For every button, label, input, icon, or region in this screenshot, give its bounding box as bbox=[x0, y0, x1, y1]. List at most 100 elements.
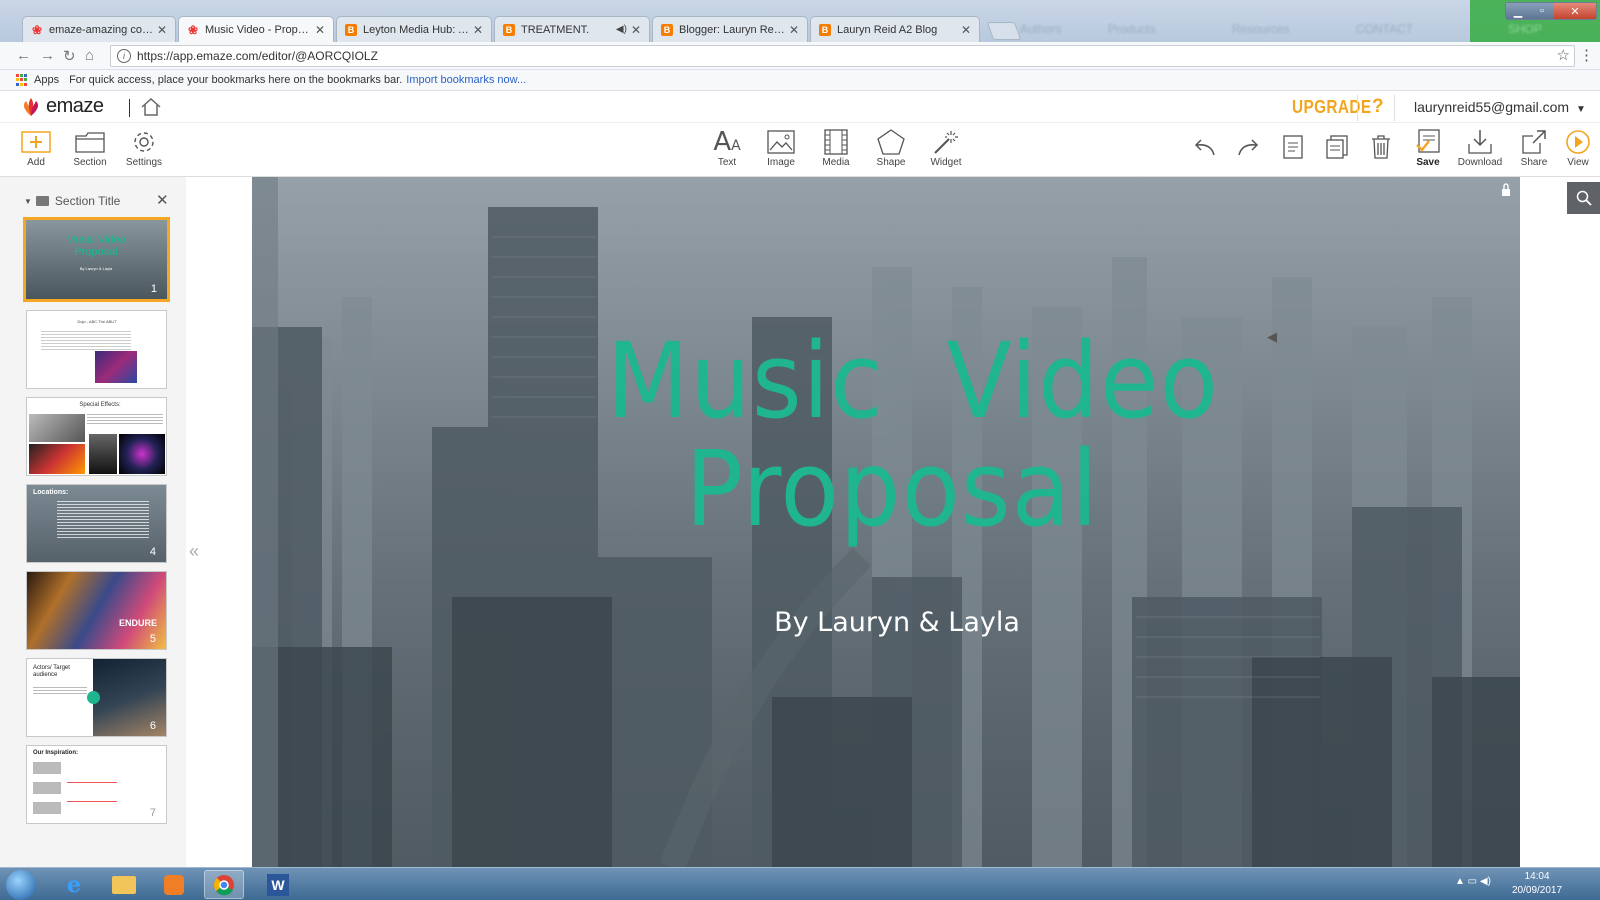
trash-icon[interactable] bbox=[1371, 135, 1391, 159]
tab-leyton-media-hub[interactable]: B Leyton Media Hub: A2 M ✕ bbox=[336, 16, 492, 42]
folder-icon bbox=[35, 196, 49, 206]
slide-thumbnail-6[interactable]: Actors/ Target audience 6 bbox=[26, 658, 167, 737]
home-icon[interactable] bbox=[140, 97, 162, 117]
section-header[interactable]: ▼ Section Title bbox=[24, 194, 120, 208]
close-tab-icon[interactable]: ✕ bbox=[315, 23, 325, 37]
shape-button[interactable]: Shape bbox=[863, 127, 919, 168]
close-window-icon[interactable]: ✕ bbox=[1554, 3, 1596, 19]
thumb-text-lines bbox=[57, 499, 149, 539]
upgrade-button[interactable]: UPGRADE bbox=[1292, 97, 1371, 118]
close-tab-icon[interactable]: ✕ bbox=[473, 23, 483, 37]
help-icon[interactable]: ? bbox=[1372, 96, 1384, 118]
menu-icon[interactable]: ⋮ bbox=[1579, 46, 1594, 64]
add-button[interactable]: Add bbox=[8, 127, 64, 168]
slide-thumbnail-2[interactable]: Dojo - ABC The ABUT 2 bbox=[26, 310, 167, 389]
notes-icon[interactable] bbox=[1283, 135, 1303, 159]
close-section-icon[interactable]: ✕ bbox=[156, 191, 169, 209]
reload-icon[interactable]: ↻ bbox=[63, 47, 76, 65]
tab-music-video-proposal[interactable]: ❀ Music Video - Proposal b ✕ bbox=[178, 16, 334, 43]
slide-number: 6 bbox=[149, 720, 156, 732]
slide-number: 1 bbox=[150, 283, 157, 295]
forward-icon[interactable]: → bbox=[40, 47, 55, 64]
tab-lauryn-reid-a2-blog[interactable]: B Lauryn Reid A2 Blog ✕ bbox=[810, 16, 980, 42]
new-tab-button[interactable] bbox=[986, 22, 1022, 40]
taskbar-ie[interactable]: e bbox=[54, 870, 94, 899]
media-player-icon bbox=[164, 874, 184, 895]
tab-treatment[interactable]: B TREATMENT. ◀) ✕ bbox=[494, 16, 650, 42]
close-tab-icon[interactable]: ✕ bbox=[961, 23, 971, 37]
speaker-icon[interactable]: ◀ bbox=[1267, 329, 1277, 345]
zoom-button[interactable] bbox=[1567, 182, 1600, 214]
thumb-title: Locations: bbox=[33, 489, 69, 496]
slide-title[interactable]: Music Video Proposal bbox=[607, 327, 1218, 550]
back-icon[interactable]: ← bbox=[16, 47, 31, 64]
slide-thumbnail-4[interactable]: Locations: 4 bbox=[26, 484, 167, 563]
right-padding bbox=[1520, 177, 1600, 867]
slide-thumbnail-1[interactable]: Music Video Proposal By Lauryn & Layla 1 bbox=[23, 217, 170, 302]
lock-icon[interactable] bbox=[1501, 183, 1511, 196]
taskbar-word[interactable]: W bbox=[258, 870, 298, 899]
taskbar-chrome[interactable] bbox=[204, 870, 244, 899]
tab-blogger-lauryn-reid[interactable]: B Blogger: Lauryn Reid A2 ✕ bbox=[652, 16, 808, 42]
apps-grid-icon[interactable] bbox=[16, 74, 28, 86]
tab-emaze-amazing-content[interactable]: ❀ emaze-amazing content ✕ bbox=[22, 16, 176, 42]
widget-button[interactable]: Widget bbox=[918, 127, 974, 168]
slide-thumbnail-5[interactable]: ENDURE 5 bbox=[26, 571, 167, 650]
tray-icons[interactable]: ▲ ▭ ◀) bbox=[1455, 876, 1491, 887]
emaze-favicon-icon: ❀ bbox=[31, 22, 43, 37]
image-icon bbox=[767, 130, 795, 154]
media-button[interactable]: Media bbox=[808, 127, 864, 168]
duplicate-icon[interactable] bbox=[1326, 135, 1348, 159]
slide-number: 2 bbox=[149, 372, 156, 384]
address-bar: ← → ↻ ⌂ i https://app.emaze.com/editor/@… bbox=[0, 42, 1600, 70]
slide-canvas[interactable]: Music Video Proposal By Lauryn & Layla ◀ bbox=[252, 177, 1520, 867]
minimize-icon[interactable]: ▁ bbox=[1506, 3, 1530, 19]
share-button[interactable]: Share bbox=[1506, 127, 1562, 168]
background-nav-item: Products bbox=[1108, 22, 1156, 36]
close-tab-icon[interactable]: ✕ bbox=[157, 23, 167, 37]
collapse-triangle-icon[interactable]: ▼ bbox=[24, 197, 32, 206]
save-button[interactable]: Save bbox=[1400, 127, 1456, 168]
slide-title-line-2: Proposal bbox=[685, 428, 1099, 550]
settings-button[interactable]: Settings bbox=[116, 127, 172, 168]
slide-thumbnail-3[interactable]: Special Effects: bbox=[26, 397, 167, 476]
maximize-icon[interactable]: ▫ bbox=[1530, 3, 1554, 19]
url-field[interactable]: i https://app.emaze.com/editor/@AORCQIOL… bbox=[110, 45, 1575, 67]
header-divider bbox=[1394, 95, 1395, 121]
background-nav-item: Authors bbox=[1020, 22, 1062, 36]
share-label: Share bbox=[1520, 157, 1548, 168]
audio-playing-icon[interactable]: ◀) bbox=[616, 24, 627, 35]
widget-label: Widget bbox=[930, 157, 962, 168]
taskbar-media-player[interactable] bbox=[154, 870, 194, 899]
account-menu[interactable]: laurynreid55@gmail.com ▼ bbox=[1414, 99, 1586, 115]
emaze-logo[interactable]: emaze bbox=[20, 95, 104, 118]
view-button[interactable]: View bbox=[1558, 127, 1598, 168]
slide-number: 4 bbox=[149, 546, 156, 558]
collapse-panel-icon[interactable]: « bbox=[189, 541, 199, 562]
text-button[interactable]: AA Text bbox=[699, 127, 755, 168]
image-button[interactable]: Image bbox=[753, 127, 809, 168]
section-button[interactable]: Section bbox=[62, 127, 118, 168]
windows-start-button[interactable] bbox=[6, 870, 36, 900]
bookmark-star-icon[interactable]: ☆ bbox=[1557, 46, 1570, 64]
save-icon bbox=[1416, 129, 1440, 153]
undo-icon[interactable] bbox=[1192, 137, 1216, 157]
redo-icon[interactable] bbox=[1237, 137, 1261, 157]
taskbar-clock[interactable]: 14:04 20/09/2017 bbox=[1512, 870, 1562, 898]
emaze-favicon-icon: ❀ bbox=[187, 23, 199, 37]
download-button[interactable]: Download bbox=[1452, 127, 1508, 168]
blogger-favicon-icon: B bbox=[819, 23, 831, 36]
apps-link[interactable]: Apps bbox=[34, 74, 59, 86]
home-icon[interactable]: ⌂ bbox=[85, 47, 94, 64]
taskbar-explorer[interactable] bbox=[104, 870, 144, 899]
blogger-favicon-icon: B bbox=[503, 23, 515, 36]
close-tab-icon[interactable]: ✕ bbox=[631, 23, 641, 37]
close-tab-icon[interactable]: ✕ bbox=[789, 23, 799, 37]
slide-thumbnail-7[interactable]: Our Inspiration: 7 bbox=[26, 745, 167, 824]
slide-subtitle[interactable]: By Lauryn & Layla bbox=[672, 607, 1122, 638]
header-separator bbox=[129, 99, 130, 117]
thumb-embed bbox=[33, 782, 61, 794]
import-bookmarks-link[interactable]: Import bookmarks now... bbox=[406, 74, 526, 86]
site-info-icon[interactable]: i bbox=[117, 49, 131, 63]
tab-label: Blogger: Lauryn Reid A2 bbox=[679, 23, 785, 36]
